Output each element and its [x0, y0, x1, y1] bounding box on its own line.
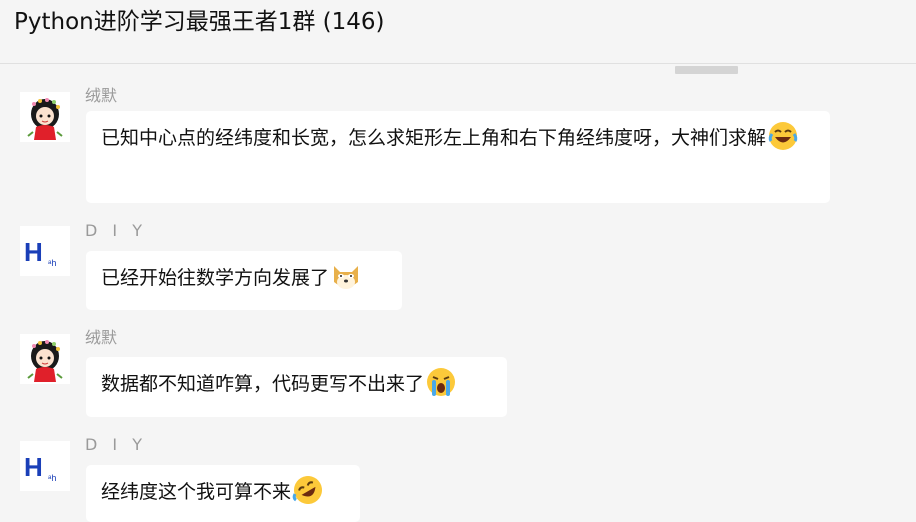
chat-title[interactable]: Python进阶学习最强王者1群 (146) — [14, 6, 385, 38]
sender-name: D I Y — [85, 221, 147, 240]
diy-avatar-icon: H ᵃh — [20, 226, 70, 276]
message-bubble[interactable]: 已知中心点的经纬度和长宽，怎么求矩形左上角和右下角经纬度呀，大神们求解 — [86, 111, 830, 203]
message-text: 已知中心点的经纬度和长宽，怎么求矩形左上角和右下角经纬度呀，大神们求解 — [101, 127, 767, 149]
rolling-laughing-emoji-icon — [292, 474, 324, 506]
avatar[interactable]: H ᵃh — [20, 441, 70, 491]
doge-emoji-icon — [330, 260, 362, 292]
avatar[interactable] — [20, 334, 70, 384]
message-bubble[interactable]: 数据都不知道咋算，代码更写不出来了 — [86, 357, 507, 417]
svg-text:ᵃh: ᵃh — [48, 258, 56, 268]
svg-text:H: H — [24, 237, 43, 267]
girl-avatar-icon — [20, 334, 70, 384]
diy-avatar-icon: H ᵃh — [20, 441, 70, 491]
message-bubble[interactable]: 已经开始往数学方向发展了 — [86, 251, 402, 310]
sender-name: D I Y — [85, 435, 147, 454]
sender-name: 绒默 — [85, 86, 118, 105]
laughing-tears-emoji-icon — [767, 120, 799, 152]
message-text: 经纬度这个我可算不来 — [101, 481, 292, 503]
avatar[interactable] — [20, 92, 70, 142]
svg-text:H: H — [24, 452, 43, 482]
svg-text:ᵃh: ᵃh — [48, 473, 56, 483]
loudly-crying-emoji-icon — [425, 366, 457, 398]
avatar[interactable]: H ᵃh — [20, 226, 70, 276]
girl-avatar-icon — [20, 92, 70, 142]
chat-header: Python进阶学习最强王者1群 (146) — [0, 0, 916, 64]
sender-name: 绒默 — [85, 328, 118, 347]
message-text: 数据都不知道咋算，代码更写不出来了 — [101, 373, 425, 395]
message-bubble[interactable]: 经纬度这个我可算不来 — [86, 465, 360, 522]
scrollbar-thumb[interactable] — [675, 66, 738, 74]
message-text: 已经开始往数学方向发展了 — [101, 267, 330, 289]
